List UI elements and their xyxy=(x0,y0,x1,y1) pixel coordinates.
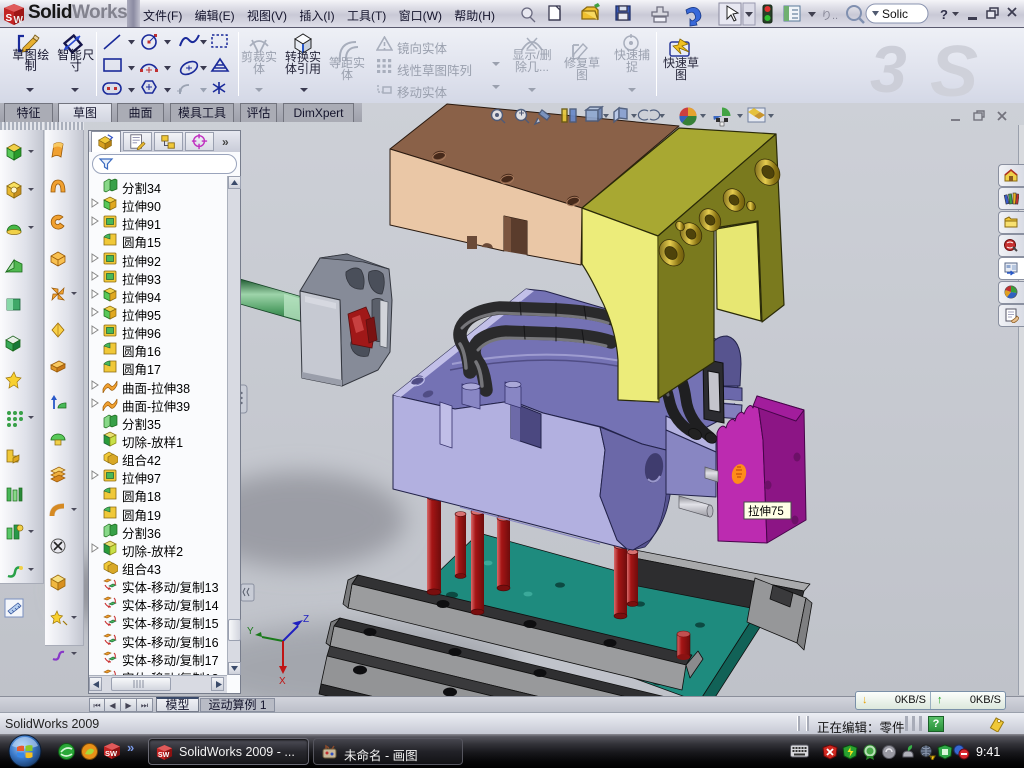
svg-text:SW: SW xyxy=(105,749,118,758)
svg-text:Solic: Solic xyxy=(882,7,908,21)
svg-text:Z: Z xyxy=(303,614,309,625)
svg-text:り..: り.. xyxy=(821,9,838,22)
svg-text:3: 3 xyxy=(870,32,907,102)
svg-text:X: X xyxy=(279,676,286,687)
svg-text:S: S xyxy=(6,13,13,24)
svg-text:?: ? xyxy=(940,7,948,22)
svg-text:W: W xyxy=(14,15,24,26)
svg-text:Y: Y xyxy=(247,626,254,637)
svg-text:SW: SW xyxy=(158,751,170,759)
svg-text:拉伸75: 拉伸75 xyxy=(748,504,784,518)
svg-text:S: S xyxy=(930,32,978,102)
svg-text:!: ! xyxy=(930,754,932,760)
